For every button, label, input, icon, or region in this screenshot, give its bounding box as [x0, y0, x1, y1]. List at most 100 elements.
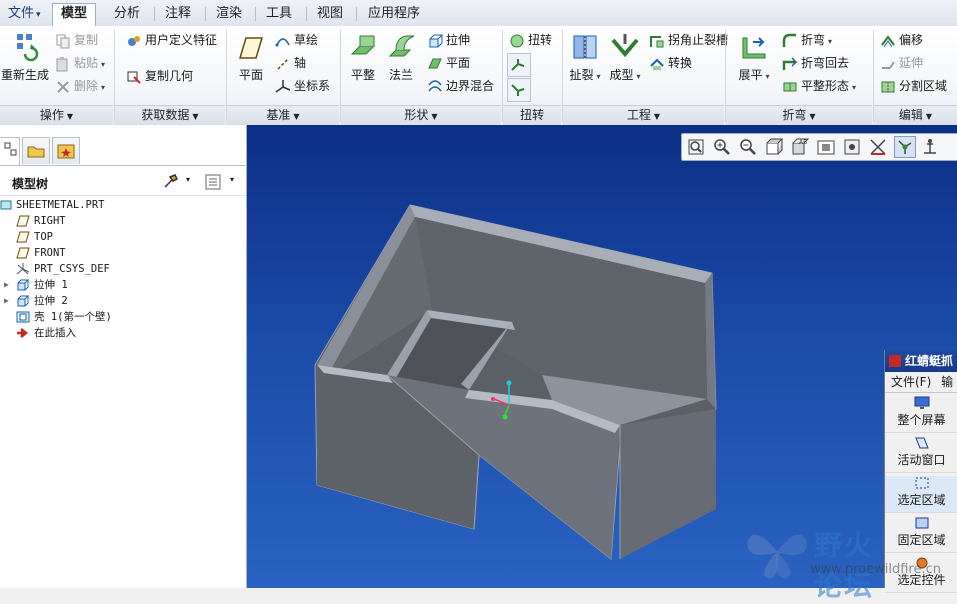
bend-button[interactable]: 折弯 ▾	[782, 30, 832, 50]
extend-icon	[882, 60, 895, 69]
tree-item-right[interactable]: RIGHT	[16, 213, 66, 229]
tab-model[interactable]: 模型	[52, 3, 97, 27]
convert-icon	[650, 58, 664, 70]
unbend-icon	[742, 37, 766, 59]
model-tree-title: 模型树	[12, 177, 49, 191]
capture-full-screen-button[interactable]: 整个屏幕	[885, 396, 957, 433]
twist-button[interactable]: 扭转	[509, 30, 552, 50]
capture-tool-window: 红蜻蜓抓图 文件(F) 输 整个屏幕 活动窗口 选定区域 固定区域 选定控件	[884, 350, 957, 593]
extrude-icon	[17, 279, 30, 291]
rip-button[interactable]: 扯裂 ▾	[565, 32, 605, 83]
twist-tool-2-button[interactable]	[507, 53, 531, 77]
tree-item-front[interactable]: FRONT	[16, 245, 66, 261]
expand-icon[interactable]: ▶	[4, 293, 9, 309]
group-get-data: 用户定义特征 复制几何 获取数据 ▼	[115, 26, 225, 125]
fixed-region-icon	[915, 517, 928, 529]
delete-icon	[57, 80, 69, 93]
capture-selected-control-button[interactable]: 选定控件	[885, 556, 957, 593]
unbend-button[interactable]: 展平 ▾	[734, 32, 774, 83]
tree-item-csys[interactable]: PRT_CSYS_DEF	[16, 261, 110, 277]
copy-geometry-icon	[127, 71, 141, 84]
tab-render[interactable]: 渲染	[208, 4, 250, 24]
twist-tool-icon	[511, 58, 525, 71]
twist-tool-3-button[interactable]	[507, 78, 531, 102]
tab-applications[interactable]: 应用程序	[360, 4, 428, 24]
output-menu[interactable]: 输	[941, 375, 953, 389]
tree-filters-icon[interactable]	[204, 173, 222, 191]
tab-folder-browser[interactable]	[22, 137, 50, 164]
tree-settings-icon[interactable]	[162, 173, 182, 191]
group-operations-label[interactable]: 操作 ▼	[0, 105, 113, 125]
file-menu[interactable]: 文件(F)	[891, 375, 931, 389]
flange-wall-button[interactable]: 法兰	[381, 32, 421, 83]
graphics-viewport[interactable]: AB	[247, 125, 957, 588]
group-get-data-label[interactable]: 获取数据 ▼	[115, 105, 225, 125]
boundary-blend-button[interactable]: 边界混合	[427, 76, 494, 96]
file-menu[interactable]: 文件	[0, 4, 49, 24]
tab-annotate[interactable]: 注释	[157, 4, 199, 24]
twist-tool-icon	[511, 83, 525, 96]
group-bend-label[interactable]: 折弯 ▼	[726, 105, 872, 125]
tab-analysis[interactable]: 分析	[106, 4, 148, 24]
capture-window-title[interactable]: 红蜻蜓抓图	[885, 350, 957, 372]
split-area-icon	[881, 81, 895, 92]
flat-plane-button[interactable]: 平面	[427, 53, 470, 73]
twist-icon	[510, 34, 524, 47]
capture-selected-region-button[interactable]: 选定区域	[885, 476, 957, 513]
datum-plane-icon	[16, 247, 30, 259]
tab-view[interactable]: 视图	[309, 4, 351, 24]
capture-fixed-region-button[interactable]: 固定区域	[885, 516, 957, 553]
group-datum-label[interactable]: 基准 ▼	[227, 105, 339, 125]
tree-item-insert-here[interactable]: 在此插入	[16, 325, 76, 341]
datum-plane-button[interactable]: 平面	[231, 34, 271, 83]
copy-geometry-button[interactable]: 复制几何	[126, 66, 193, 86]
group-engineering: 扯裂 ▾ 成型 ▾ 拐角止裂槽 转换 工程 ▼	[563, 26, 728, 125]
group-edit-label[interactable]: 编辑 ▼	[874, 105, 957, 125]
copy-button[interactable]: 复制	[55, 30, 98, 50]
expand-icon[interactable]: ▶	[4, 277, 9, 293]
regenerate-label: 重新生成	[0, 68, 49, 82]
model-tree-icon	[4, 142, 17, 156]
tree-item-extrude-1[interactable]: ▶ 拉伸 1	[4, 277, 68, 293]
tab-model-tree[interactable]	[0, 137, 20, 165]
axis-button[interactable]: 轴	[275, 53, 306, 73]
group-shapes-label[interactable]: 形状 ▼	[341, 105, 501, 125]
tree-item-top[interactable]: TOP	[16, 229, 53, 245]
delete-button[interactable]: 删除 ▾	[55, 76, 105, 96]
chevron-down-icon[interactable]: ▾	[230, 175, 234, 184]
boundary-blend-icon	[428, 79, 442, 91]
tree-item-extrude-2[interactable]: ▶ 拉伸 2	[4, 293, 68, 309]
csys-icon	[16, 263, 30, 275]
csys-button[interactable]: 坐标系	[275, 76, 330, 96]
regenerate-button[interactable]: 重新生成	[0, 32, 50, 83]
regenerate-icon	[17, 34, 39, 62]
flat-pattern-button[interactable]: 平整形态 ▾	[782, 76, 856, 96]
form-button[interactable]: 成型 ▾	[605, 32, 645, 83]
tree-item-part[interactable]: SHEETMETAL.PRT	[0, 197, 105, 213]
extrude-button[interactable]: 拉伸	[427, 30, 470, 50]
csys-icon	[275, 79, 291, 93]
paste-button[interactable]: 粘贴 ▾	[55, 53, 105, 73]
datum-plane-icon	[16, 231, 30, 243]
split-area-button[interactable]: 分割区域	[880, 76, 947, 96]
extend-button[interactable]: 延伸	[880, 53, 923, 73]
capture-active-window-button[interactable]: 活动窗口	[885, 436, 957, 473]
axis-icon	[277, 57, 289, 70]
model-tree-header: 模型树 ▾ ▾	[0, 169, 246, 196]
convert-button[interactable]: 转换	[649, 53, 692, 73]
bend-back-button[interactable]: 折弯回去	[782, 53, 849, 73]
user-defined-feature-button[interactable]: 用户定义特征	[126, 30, 217, 50]
tab-tools[interactable]: 工具	[258, 4, 300, 24]
chevron-down-icon[interactable]: ▾	[186, 175, 190, 184]
corner-relief-button[interactable]: 拐角止裂槽	[649, 30, 728, 50]
sheetmetal-model[interactable]	[247, 125, 957, 588]
sketch-button[interactable]: 草绘	[275, 30, 318, 50]
tree-item-shell-1[interactable]: 壳 1(第一个壁)	[16, 309, 112, 325]
group-engineering-label[interactable]: 工程 ▼	[563, 105, 724, 125]
group-edit: 偏移 延伸 分割区域 编辑 ▼	[874, 26, 957, 125]
flat-wall-button[interactable]: 平整	[343, 32, 383, 83]
group-twist: 扭转 扭转	[503, 26, 561, 125]
offset-button[interactable]: 偏移	[880, 30, 923, 50]
favorites-icon	[57, 144, 75, 159]
tab-favorites[interactable]	[52, 137, 80, 164]
